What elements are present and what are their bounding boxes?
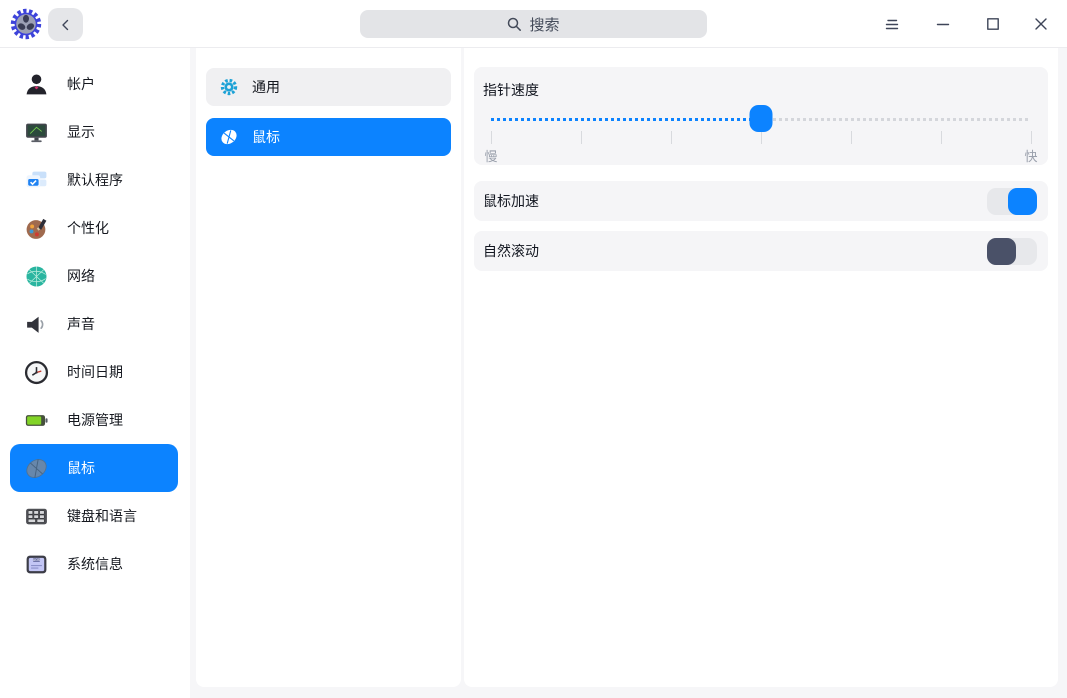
sidebar-item-label: 个性化 xyxy=(67,218,109,238)
back-button[interactable] xyxy=(48,8,83,41)
sidebar-item-personalization[interactable]: 个性化 xyxy=(10,204,178,252)
default-apps-icon xyxy=(24,168,49,193)
subnav-panel: 通用 鼠标 xyxy=(196,48,461,687)
natural-scrolling-row: 自然滚动 xyxy=(474,231,1048,271)
slider-fill xyxy=(491,118,761,121)
slider-tick xyxy=(761,131,762,144)
sidebar-item-mouse[interactable]: 鼠标 xyxy=(10,444,178,492)
pointer-speed-slider[interactable]: 慢 快 xyxy=(491,67,1031,165)
subnav-item-mouse[interactable]: 鼠标 xyxy=(206,118,451,156)
mouse-white-icon xyxy=(219,127,239,147)
sidebar-nav: 帐户 显示 默认程序 个性化 网络 声音 时间日期 xyxy=(0,48,190,698)
sidebar-item-display[interactable]: 显示 xyxy=(10,108,178,156)
toggle-knob xyxy=(987,238,1016,265)
slider-tick xyxy=(671,131,672,144)
slider-max-label: 快 xyxy=(1024,146,1037,165)
maximize-button[interactable] xyxy=(979,11,1007,37)
pointer-speed-card: 指针速度 慢 快 xyxy=(474,67,1048,165)
slider-handle[interactable] xyxy=(750,105,773,132)
sidebar-item-label: 时间日期 xyxy=(67,362,123,382)
sidebar-item-label: 电源管理 xyxy=(67,410,123,430)
sidebar-item-label: 显示 xyxy=(67,122,95,142)
settings-content-panel: 指针速度 慢 快 鼠标加速 自然滚动 xyxy=(464,48,1058,687)
mouse-icon xyxy=(24,456,49,481)
toggle-switch[interactable] xyxy=(987,238,1037,265)
natural-scrolling-label: 自然滚动 xyxy=(483,241,539,261)
slider-tick xyxy=(851,131,852,144)
slider-tick xyxy=(491,131,492,144)
network-icon xyxy=(24,264,49,289)
keyboard-icon xyxy=(24,504,49,529)
titlebar: 搜索 xyxy=(0,0,1067,48)
slider-tick xyxy=(1031,131,1032,144)
sidebar-item-label: 声音 xyxy=(67,314,95,334)
close-icon xyxy=(1033,16,1049,32)
sidebar-item-power[interactable]: 电源管理 xyxy=(10,396,178,444)
toggle-knob xyxy=(1008,188,1037,215)
sidebar-item-sound[interactable]: 声音 xyxy=(10,300,178,348)
close-button[interactable] xyxy=(1027,11,1055,37)
datetime-icon xyxy=(24,360,49,385)
maximize-icon xyxy=(985,16,1001,32)
slider-ticks xyxy=(491,131,1031,144)
sidebar-item-label: 帐户 xyxy=(67,74,95,94)
subnav-item-label: 鼠标 xyxy=(252,127,280,147)
sidebar-item-datetime[interactable]: 时间日期 xyxy=(10,348,178,396)
sidebar-item-system-info[interactable]: UOS 系统信息 xyxy=(10,540,178,588)
sidebar-item-label: 系统信息 xyxy=(67,554,123,574)
sidebar-item-network[interactable]: 网络 xyxy=(10,252,178,300)
sidebar-item-label: 鼠标 xyxy=(67,458,95,478)
window-menu-button[interactable] xyxy=(878,11,906,37)
account-icon xyxy=(24,72,49,97)
mouse-acceleration-row: 鼠标加速 xyxy=(474,181,1048,221)
display-icon xyxy=(24,120,49,145)
power-icon xyxy=(24,408,49,433)
sidebar-item-accounts[interactable]: 帐户 xyxy=(10,60,178,108)
sound-icon xyxy=(24,312,49,337)
system-info-icon: UOS xyxy=(24,552,49,577)
sidebar-item-keyboard[interactable]: 键盘和语言 xyxy=(10,492,178,540)
personalization-icon xyxy=(24,216,49,241)
slider-tick xyxy=(581,131,582,144)
slider-min-label: 慢 xyxy=(484,146,497,165)
svg-text:UOS: UOS xyxy=(33,558,41,562)
slider-tick xyxy=(941,131,942,144)
search-input[interactable]: 搜索 xyxy=(360,10,707,38)
subnav-item-general[interactable]: 通用 xyxy=(206,68,451,106)
sidebar-item-label: 默认程序 xyxy=(67,170,123,190)
gear-icon xyxy=(219,77,239,97)
search-icon xyxy=(507,17,522,32)
subnav-item-label: 通用 xyxy=(252,77,280,97)
sidebar-item-label: 键盘和语言 xyxy=(67,506,137,526)
menu-icon xyxy=(884,17,900,32)
search-placeholder: 搜索 xyxy=(529,14,559,35)
app-logo-icon xyxy=(10,8,42,40)
toggle-switch[interactable] xyxy=(987,188,1037,215)
chevron-left-icon xyxy=(58,17,74,33)
minimize-button[interactable] xyxy=(929,11,957,37)
minimize-icon xyxy=(935,16,951,32)
sidebar-item-default-apps[interactable]: 默认程序 xyxy=(10,156,178,204)
sidebar-item-label: 网络 xyxy=(67,266,95,286)
mouse-acceleration-label: 鼠标加速 xyxy=(483,191,539,211)
